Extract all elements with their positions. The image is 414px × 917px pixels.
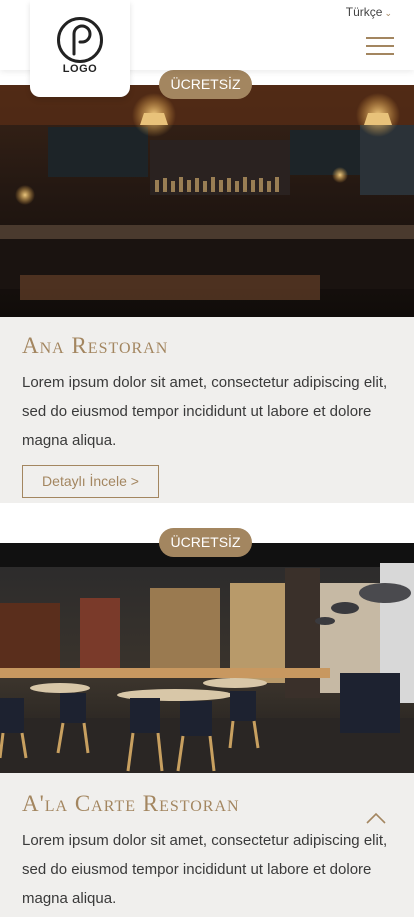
detail-button[interactable]: Detaylı İncele >	[22, 465, 159, 498]
section-description: Lorem ipsum dolor sit amet, consectetur …	[22, 374, 388, 449]
free-badge: ÜCRETSİZ	[159, 70, 252, 99]
free-badge: ÜCRETSİZ	[159, 528, 252, 557]
section-description: Lorem ipsum dolor sit amet, consectetur …	[22, 832, 388, 907]
a-la-carte-image	[0, 543, 414, 773]
section-title: Ana Restoran	[22, 333, 169, 358]
logo-icon	[57, 17, 103, 63]
ana-restoran-image	[0, 85, 414, 317]
language-label: Türkçe	[345, 5, 383, 19]
chevron-up-icon[interactable]	[366, 812, 386, 824]
logo-text: LOGO	[62, 63, 98, 75]
section-title: A'la Carte Restoran	[22, 791, 240, 816]
language-selector[interactable]: Türkçe ⌄	[346, 5, 392, 19]
chevron-down-icon: ⌄	[384, 8, 392, 18]
hamburger-menu-icon[interactable]	[366, 37, 394, 55]
logo[interactable]: LOGO	[30, 0, 130, 97]
